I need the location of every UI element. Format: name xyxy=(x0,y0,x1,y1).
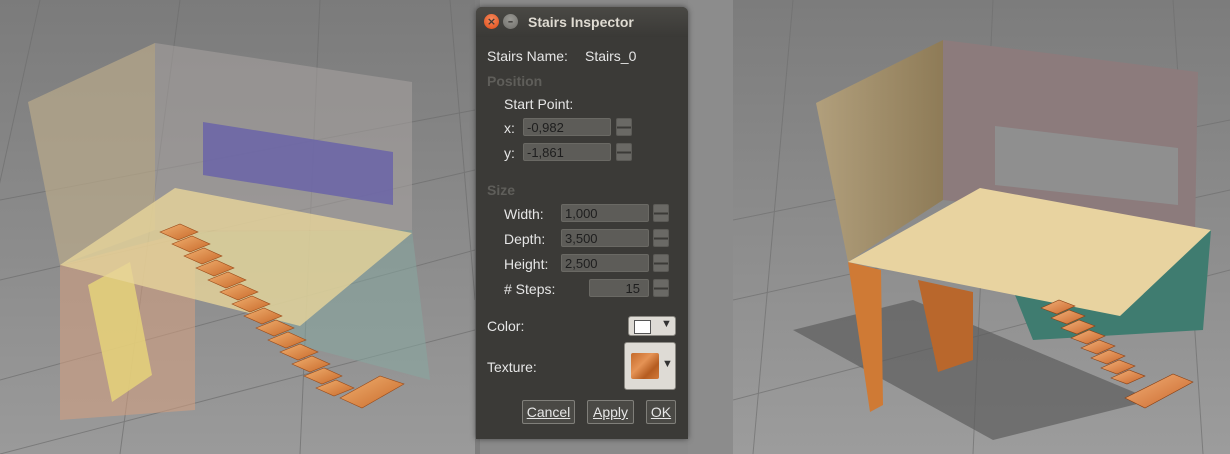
x-input[interactable]: -0,982 xyxy=(523,118,611,136)
stairs-inspector-dialog: × – Stairs Inspector Stairs Name: Stairs… xyxy=(476,7,688,439)
steps-spinner[interactable] xyxy=(653,279,669,297)
viewport-gap xyxy=(688,0,733,454)
ok-button[interactable]: OK xyxy=(646,400,676,424)
apply-button[interactable]: Apply xyxy=(587,400,634,424)
chevron-down-icon: ▼ xyxy=(662,358,673,370)
color-picker-button[interactable]: ▼ xyxy=(628,316,676,336)
depth-input[interactable]: 3,500 xyxy=(561,229,649,247)
depth-label: Depth: xyxy=(504,231,546,247)
dialog-title: Stairs Inspector xyxy=(528,14,634,30)
y-spinner[interactable] xyxy=(616,143,632,161)
minimize-icon[interactable]: – xyxy=(503,14,518,29)
chevron-down-icon: ▼ xyxy=(661,318,672,330)
x-spinner[interactable] xyxy=(616,118,632,136)
height-input[interactable]: 2,500 xyxy=(561,254,649,272)
depth-spinner[interactable] xyxy=(653,229,669,247)
y-input[interactable]: -1,861 xyxy=(523,143,611,161)
stairs-name-value: Stairs_0 xyxy=(585,48,637,64)
close-icon[interactable]: × xyxy=(484,14,499,29)
color-swatch xyxy=(634,320,651,334)
cancel-button[interactable]: Cancel xyxy=(522,400,575,424)
texture-swatch xyxy=(631,353,659,379)
title-bar[interactable]: × – Stairs Inspector xyxy=(476,7,688,37)
size-section-label: Size xyxy=(487,182,516,198)
width-input[interactable]: 1,000 xyxy=(561,204,649,222)
viewport-3d-textured[interactable] xyxy=(733,0,1230,454)
texture-picker-button[interactable]: ▼ xyxy=(624,342,676,390)
x-label: x: xyxy=(504,120,515,136)
texture-label: Texture: xyxy=(487,359,537,375)
steps-label: # Steps: xyxy=(504,281,556,297)
height-label: Height: xyxy=(504,256,549,272)
steps-input[interactable]: 15 xyxy=(589,279,649,297)
height-spinner[interactable] xyxy=(653,254,669,272)
position-section-label: Position xyxy=(487,73,543,89)
start-point-label: Start Point: xyxy=(504,96,574,112)
y-label: y: xyxy=(504,145,515,161)
viewport-3d-transparent[interactable] xyxy=(0,0,475,454)
stairs-name-label: Stairs Name: xyxy=(487,48,568,64)
color-label: Color: xyxy=(487,318,525,334)
width-label: Width: xyxy=(504,206,544,222)
width-spinner[interactable] xyxy=(653,204,669,222)
